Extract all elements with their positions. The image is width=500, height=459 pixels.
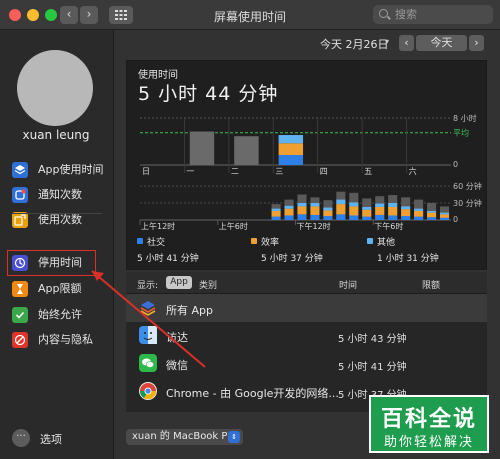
watermark-subtitle: 助你轻松解决 [383, 435, 474, 450]
device-selector[interactable]: xuan 的 MacBook Pro ⇕ [126, 429, 243, 445]
annotation-arrow [91, 270, 206, 368]
watermark-logo: 百科全说 助你轻松解决 [369, 395, 489, 453]
device-name: xuan 的 MacBook Pro [132, 431, 238, 442]
screen-time-window: ‹ › 屏幕使用时间 搜索 xuan leung App使用时间 通知次数 使用… [0, 0, 500, 459]
chevron-updown-icon: ⇕ [228, 431, 240, 443]
watermark-title: 百科全说 [380, 407, 477, 432]
